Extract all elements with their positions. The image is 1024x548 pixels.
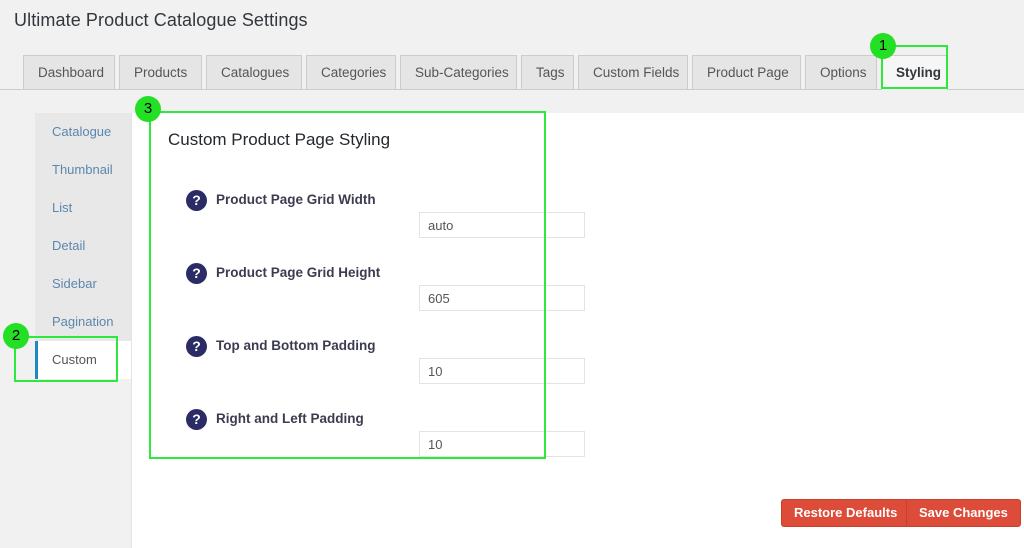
styling-sidebar-nav: Catalogue Thumbnail List Detail Sidebar Pagin… bbox=[35, 113, 131, 379]
tab-tags[interactable]: Tags bbox=[521, 55, 574, 89]
tab-custom-fields[interactable]: Custom Fields bbox=[578, 55, 688, 89]
custom-styling-form-panel: Custom Product Page Styling ? Product Pag… bbox=[150, 112, 585, 458]
save-changes-button[interactable]: Save Changes bbox=[906, 499, 1021, 527]
content-area: Catalogue Thumbnail List Detail Sidebar Pagin… bbox=[0, 90, 1024, 548]
form-field-row: ? Top and Bottom Padding bbox=[150, 336, 585, 409]
field-input[interactable] bbox=[419, 285, 585, 311]
field-input[interactable] bbox=[419, 212, 585, 238]
help-question-icon[interactable]: ? bbox=[186, 409, 207, 430]
field-input[interactable] bbox=[419, 431, 585, 457]
sidebar-item-catalogue[interactable]: Catalogue bbox=[35, 113, 131, 151]
app-root: Ultimate Product Catalogue Settings Dash… bbox=[0, 0, 1024, 548]
tab-dashboard[interactable]: Dashboard bbox=[23, 55, 115, 89]
help-question-icon[interactable]: ? bbox=[186, 336, 207, 357]
field-label: Right and Left Padding bbox=[216, 411, 364, 426]
form-field-row: ? Product Page Grid Height bbox=[150, 263, 585, 336]
sidebar-item-sidebar[interactable]: Sidebar bbox=[35, 265, 131, 303]
page-title: Ultimate Product Catalogue Settings bbox=[14, 10, 308, 30]
sidebar-item-thumbnail[interactable]: Thumbnail bbox=[35, 151, 131, 189]
form-field-row: ? Right and Left Padding bbox=[150, 409, 585, 482]
form-field-row: ? Product Page Grid Width bbox=[150, 190, 585, 263]
tab-styling[interactable]: Styling bbox=[881, 55, 948, 90]
restore-defaults-button[interactable]: Restore Defaults bbox=[781, 499, 911, 527]
sidebar-item-pagination[interactable]: Pagination bbox=[35, 303, 131, 341]
tab-product-page[interactable]: Product Page bbox=[692, 55, 801, 89]
field-label: Product Page Grid Width bbox=[216, 192, 376, 207]
help-question-icon[interactable]: ? bbox=[186, 190, 207, 211]
tab-categories[interactable]: Categories bbox=[306, 55, 396, 89]
sidebar-item-custom[interactable]: Custom bbox=[35, 341, 131, 379]
settings-tab-bar: Dashboard Products Catalogues Categories Sub… bbox=[0, 55, 1024, 90]
tab-sub-categories[interactable]: Sub-Categories bbox=[400, 55, 517, 89]
sidebar-item-detail[interactable]: Detail bbox=[35, 227, 131, 265]
field-label: Top and Bottom Padding bbox=[216, 338, 376, 353]
sidebar-item-list[interactable]: List bbox=[35, 189, 131, 227]
panel-title: Custom Product Page Styling bbox=[168, 130, 391, 149]
tab-catalogues[interactable]: Catalogues bbox=[206, 55, 302, 89]
field-label: Product Page Grid Height bbox=[216, 265, 381, 280]
tab-products[interactable]: Products bbox=[119, 55, 202, 89]
help-question-icon[interactable]: ? bbox=[186, 263, 207, 284]
field-input[interactable] bbox=[419, 358, 585, 384]
tab-options[interactable]: Options bbox=[805, 55, 877, 89]
